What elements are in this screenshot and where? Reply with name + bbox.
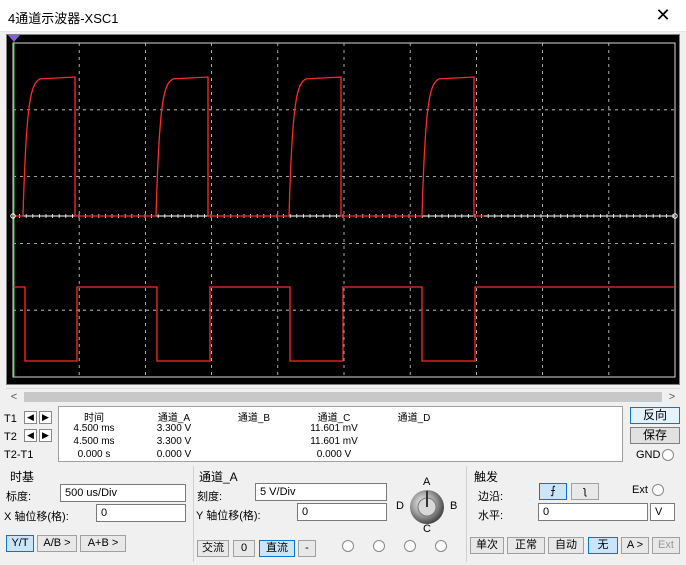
channel-radio-1[interactable] (342, 540, 354, 552)
readout-header-c: 通道_C (317, 413, 351, 424)
trigger-auto-button[interactable]: 自动 (548, 537, 584, 554)
channel-radio-2[interactable] (373, 540, 385, 552)
channel-title: 通道_A (199, 470, 238, 484)
trigger-falling-edge-icon[interactable]: ʅ (571, 483, 599, 500)
readout-header-a: 通道_A (157, 413, 191, 424)
timebase-title: 时基 (10, 470, 35, 484)
scope-graph (8, 35, 678, 378)
readout-cell: 11.601 mV (310, 436, 358, 447)
t2-left-arrow-icon[interactable]: ◀ (24, 429, 37, 442)
channel-radio-4[interactable] (435, 540, 447, 552)
channel-selector-knob-icon[interactable] (408, 488, 446, 526)
coupling-zero-button[interactable]: 0 (233, 540, 255, 557)
readout-cell: 3.300 V (156, 423, 192, 434)
readout-cell: 3.300 V (156, 436, 192, 447)
trigger-edge-label: 边沿: (478, 491, 504, 503)
timebase-scale-label: 标度: (6, 491, 32, 503)
trigger-level-unit[interactable]: V (650, 503, 675, 521)
knob-label-a: A (423, 476, 431, 488)
coupling-minus-button[interactable]: - (298, 540, 316, 557)
y-position-label: Y 轴位移(格): (196, 510, 261, 522)
reverse-button[interactable]: 反向 (630, 407, 680, 424)
readout-cell: 0.000 V (156, 449, 192, 460)
readout-cell: 0.000 s (77, 449, 111, 460)
readout-cell: 0.000 V (316, 449, 352, 460)
cursor-label: T1 (4, 413, 17, 425)
channel-radio-3[interactable] (404, 540, 416, 552)
window-title: 4通道示波器-XSC1 (8, 11, 119, 26)
t1-right-arrow-icon[interactable]: ▶ (39, 411, 52, 424)
trigger-source-a-button[interactable]: A > (621, 537, 649, 554)
t1-cursor-marker-icon (8, 35, 20, 42)
readout-header-d: 通道_D (397, 413, 431, 424)
mode-apb-button[interactable]: A+B > (80, 535, 126, 552)
cursor-row-diff: T2-T1 (2, 447, 58, 463)
coupling-dc-button[interactable]: 直流 (259, 540, 295, 557)
t2-right-arrow-icon[interactable]: ▶ (39, 429, 52, 442)
cursor-row-t1: T1 ◀ ▶ (2, 411, 58, 427)
trigger-ext-radio[interactable] (652, 484, 664, 496)
timebase-scale-field[interactable]: 500 us/Div (60, 484, 186, 502)
y-position-field[interactable]: 0 (297, 503, 387, 521)
divider (193, 466, 194, 562)
divider (466, 466, 467, 562)
cursor-row-t2: T2 ◀ ▶ (2, 429, 58, 445)
trigger-none-button[interactable]: 无 (588, 537, 618, 554)
t1-left-arrow-icon[interactable]: ◀ (24, 411, 37, 424)
cursor-label: T2-T1 (4, 449, 34, 461)
knob-label-b: B (450, 500, 458, 512)
knob-label-d: D (396, 500, 404, 512)
scroll-left-icon[interactable]: < (6, 389, 22, 405)
gnd-label: GND (636, 449, 661, 461)
trigger-ext-label: Ext (632, 484, 648, 496)
trigger-ext-button[interactable]: Ext (652, 537, 680, 554)
channel-scale-label: 刻度: (197, 491, 223, 503)
scroll-right-icon[interactable]: > (664, 389, 680, 405)
cursor-controls: T1 ◀ ▶ T2 ◀ ▶ T2-T1 (2, 411, 58, 465)
scroll-thumb[interactable] (24, 392, 662, 402)
trigger-rising-edge-icon[interactable]: ⨍ (539, 483, 567, 500)
close-icon[interactable]: ✕ (640, 0, 686, 32)
trigger-title: 触发 (474, 470, 499, 484)
channel-scale-field[interactable]: 5 V/Div (255, 483, 387, 501)
x-position-field[interactable]: 0 (96, 504, 186, 522)
title-bar: 4通道示波器-XSC1 ✕ (0, 0, 686, 32)
mode-ab-button[interactable]: A/B > (37, 535, 77, 552)
trigger-level-field[interactable]: 0 (538, 503, 648, 521)
coupling-ac-button[interactable]: 交流 (197, 540, 229, 557)
readout-cell: 4.500 ms (73, 436, 115, 447)
x-position-label: X 轴位移(格): (4, 511, 69, 523)
horizontal-scrollbar[interactable]: < > (6, 388, 680, 404)
readout-cell: 11.601 mV (310, 423, 358, 434)
cursor-label: T2 (4, 431, 17, 443)
trigger-normal-button[interactable]: 正常 (507, 537, 545, 554)
readout-header-time: 时间 (84, 413, 104, 424)
scope-display (6, 34, 680, 385)
trigger-level-label: 水平: (478, 510, 504, 522)
measurement-readout: 时间 通道_A 通道_B 通道_C 通道_D 4.500 ms 3.300 V … (58, 406, 623, 462)
readout-cell: 4.500 ms (73, 423, 115, 434)
gnd-radio[interactable] (662, 449, 674, 461)
trigger-single-button[interactable]: 单次 (470, 537, 504, 554)
mode-yt-button[interactable]: Y/T (6, 535, 34, 552)
readout-header-b: 通道_B (237, 413, 271, 424)
save-button[interactable]: 保存 (630, 427, 680, 444)
channel-a-trace (13, 76, 484, 217)
